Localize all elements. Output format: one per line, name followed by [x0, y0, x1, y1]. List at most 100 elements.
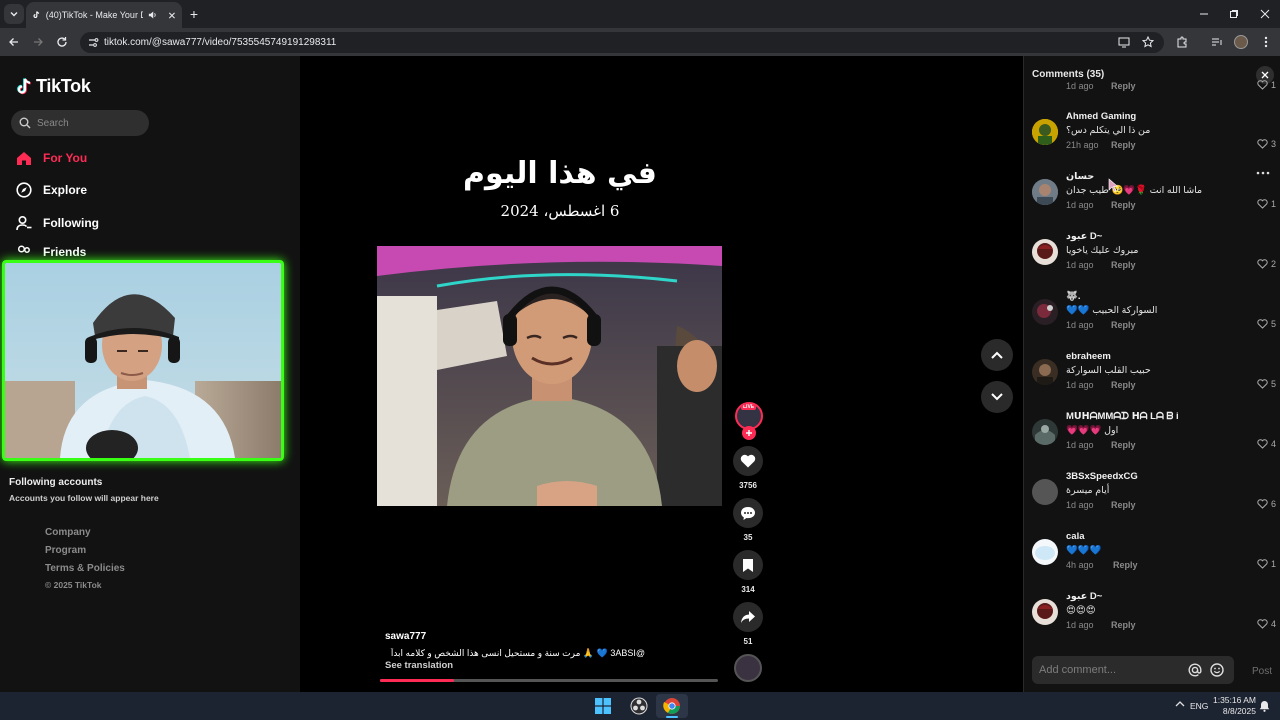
comment-author[interactable]: عبود D~: [1066, 231, 1102, 242]
tab-search-button[interactable]: [4, 4, 24, 24]
emoji-icon[interactable]: [1210, 663, 1224, 677]
comment-author[interactable]: ebraheem: [1066, 351, 1111, 362]
taskbar-app-obs[interactable]: [630, 697, 648, 715]
address-bar[interactable]: tiktok.com/@sawa777/video/75355457491912…: [80, 32, 1164, 53]
nav-explore[interactable]: Explore: [16, 182, 87, 198]
comment-like-button[interactable]: 2: [1257, 259, 1276, 269]
avatar[interactable]: [1032, 419, 1058, 445]
music-disc-avatar[interactable]: [734, 654, 762, 682]
avatar[interactable]: [1032, 359, 1058, 385]
comment-button[interactable]: [733, 498, 763, 528]
comment-like-button[interactable]: 5: [1257, 379, 1276, 389]
comment-text: اول 💗💗💗: [1066, 425, 1119, 436]
mention-icon[interactable]: [1188, 663, 1202, 677]
browser-tab-bar: (40)TikTok - Make Your Day +: [0, 0, 1280, 28]
comment-like-button[interactable]: 5: [1257, 319, 1276, 329]
comment-author[interactable]: حسان: [1066, 171, 1094, 182]
reload-button[interactable]: [52, 32, 72, 52]
comment-author[interactable]: MᑌᕼᗩMMᗩᗪ ᕼᗩ Lᗩ ᗷ i: [1066, 411, 1179, 422]
post-comment-button[interactable]: Post: [1252, 666, 1272, 677]
comment-like-button[interactable]: 3: [1257, 139, 1276, 149]
reply-link[interactable]: Reply: [1111, 82, 1136, 91]
search-box[interactable]: Search: [11, 110, 149, 136]
see-translation-link[interactable]: See translation: [385, 660, 453, 671]
save-button[interactable]: [733, 550, 763, 580]
browser-menu-button[interactable]: [1256, 32, 1276, 52]
comment-author[interactable]: عبود D~: [1066, 591, 1102, 602]
comment-input[interactable]: Add comment...: [1032, 656, 1234, 684]
avatar[interactable]: [1032, 179, 1058, 205]
language-indicator[interactable]: ENG: [1190, 701, 1208, 711]
close-window-button[interactable]: [1255, 4, 1275, 24]
nav-friends[interactable]: Friends: [16, 244, 86, 260]
comment-like-button[interactable]: 1: [1257, 559, 1276, 569]
avatar-image: [1032, 299, 1058, 325]
reply-link[interactable]: Reply: [1111, 320, 1136, 330]
reply-link[interactable]: Reply: [1113, 560, 1138, 570]
bookmark-star-icon[interactable]: [1142, 36, 1154, 48]
extensions-button[interactable]: [1172, 32, 1192, 52]
comment-author[interactable]: Ahmed Gaming: [1066, 111, 1136, 122]
footer-terms[interactable]: Terms & Policies: [45, 563, 125, 574]
comment-author[interactable]: cala: [1066, 531, 1085, 542]
tiktok-logo[interactable]: TikTok: [16, 76, 91, 97]
clock[interactable]: 1:35:16 AM 8/8/2025: [1212, 695, 1256, 717]
search-icon: [19, 117, 31, 129]
reply-link[interactable]: Reply: [1111, 380, 1136, 390]
reply-link[interactable]: Reply: [1111, 500, 1136, 510]
avatar[interactable]: [1032, 539, 1058, 565]
profile-avatar[interactable]: [1234, 35, 1248, 49]
comment-like-button[interactable]: 4: [1257, 439, 1276, 449]
footer-copyright: © 2025 TikTok: [45, 580, 102, 590]
close-tab-icon[interactable]: [168, 11, 176, 20]
share-button[interactable]: [733, 602, 763, 632]
avatar[interactable]: [1032, 239, 1058, 265]
comment-like-button[interactable]: 1: [1257, 80, 1276, 90]
forward-button[interactable]: [28, 32, 48, 52]
comment-like-button[interactable]: 4: [1257, 619, 1276, 629]
avatar[interactable]: [1032, 119, 1058, 145]
reply-link[interactable]: Reply: [1111, 620, 1136, 630]
avatar[interactable]: [1032, 599, 1058, 625]
minimize-button[interactable]: [1194, 4, 1214, 24]
comment-author[interactable]: 🐺.: [1066, 291, 1080, 302]
site-info-icon[interactable]: [88, 37, 99, 48]
back-button[interactable]: [4, 32, 24, 52]
nav-following[interactable]: Following: [16, 215, 99, 231]
start-button[interactable]: [595, 698, 611, 714]
follow-plus-button[interactable]: [742, 426, 756, 440]
reply-link[interactable]: Reply: [1111, 260, 1136, 270]
nav-label: Friends: [43, 245, 87, 259]
avatar[interactable]: [1032, 299, 1058, 325]
browser-tab[interactable]: (40)TikTok - Make Your Day: [26, 2, 182, 28]
new-tab-button[interactable]: +: [184, 4, 204, 24]
comment-like-button[interactable]: 6: [1257, 499, 1276, 509]
speaker-icon[interactable]: [148, 10, 158, 20]
notifications-button[interactable]: [1259, 700, 1270, 712]
like-button[interactable]: [733, 446, 763, 476]
comments-title: Comments (35): [1032, 69, 1105, 80]
next-video-button[interactable]: [981, 381, 1013, 413]
footer-program[interactable]: Program: [45, 545, 86, 556]
previous-video-button[interactable]: [981, 339, 1013, 371]
heart-outline-icon: [1257, 439, 1268, 449]
restore-button[interactable]: [1224, 4, 1244, 24]
taskbar-app-chrome[interactable]: [656, 694, 688, 718]
cast-icon[interactable]: [1118, 36, 1130, 48]
comment-author[interactable]: 3BSxSpeedxCG: [1066, 471, 1138, 482]
video-author[interactable]: sawa777: [385, 631, 426, 642]
video-frame[interactable]: [377, 246, 722, 506]
comment-more-button[interactable]: [1256, 171, 1270, 175]
comment-item: 3BSxSpeedxCG أيام ميسرة 1d ago Reply 6: [1032, 471, 1280, 527]
reply-link[interactable]: Reply: [1111, 140, 1136, 150]
avatar[interactable]: [1032, 479, 1058, 505]
comment-like-button[interactable]: 1: [1257, 199, 1276, 209]
media-control-button[interactable]: [1207, 32, 1227, 52]
video-progress-bar[interactable]: [380, 679, 718, 682]
reply-link[interactable]: Reply: [1111, 200, 1136, 210]
comment-bubble-icon: [741, 506, 755, 520]
nav-for-you[interactable]: For You: [16, 150, 87, 166]
reply-link[interactable]: Reply: [1111, 440, 1136, 450]
tray-overflow-button[interactable]: [1175, 700, 1185, 708]
footer-company[interactable]: Company: [45, 527, 91, 538]
